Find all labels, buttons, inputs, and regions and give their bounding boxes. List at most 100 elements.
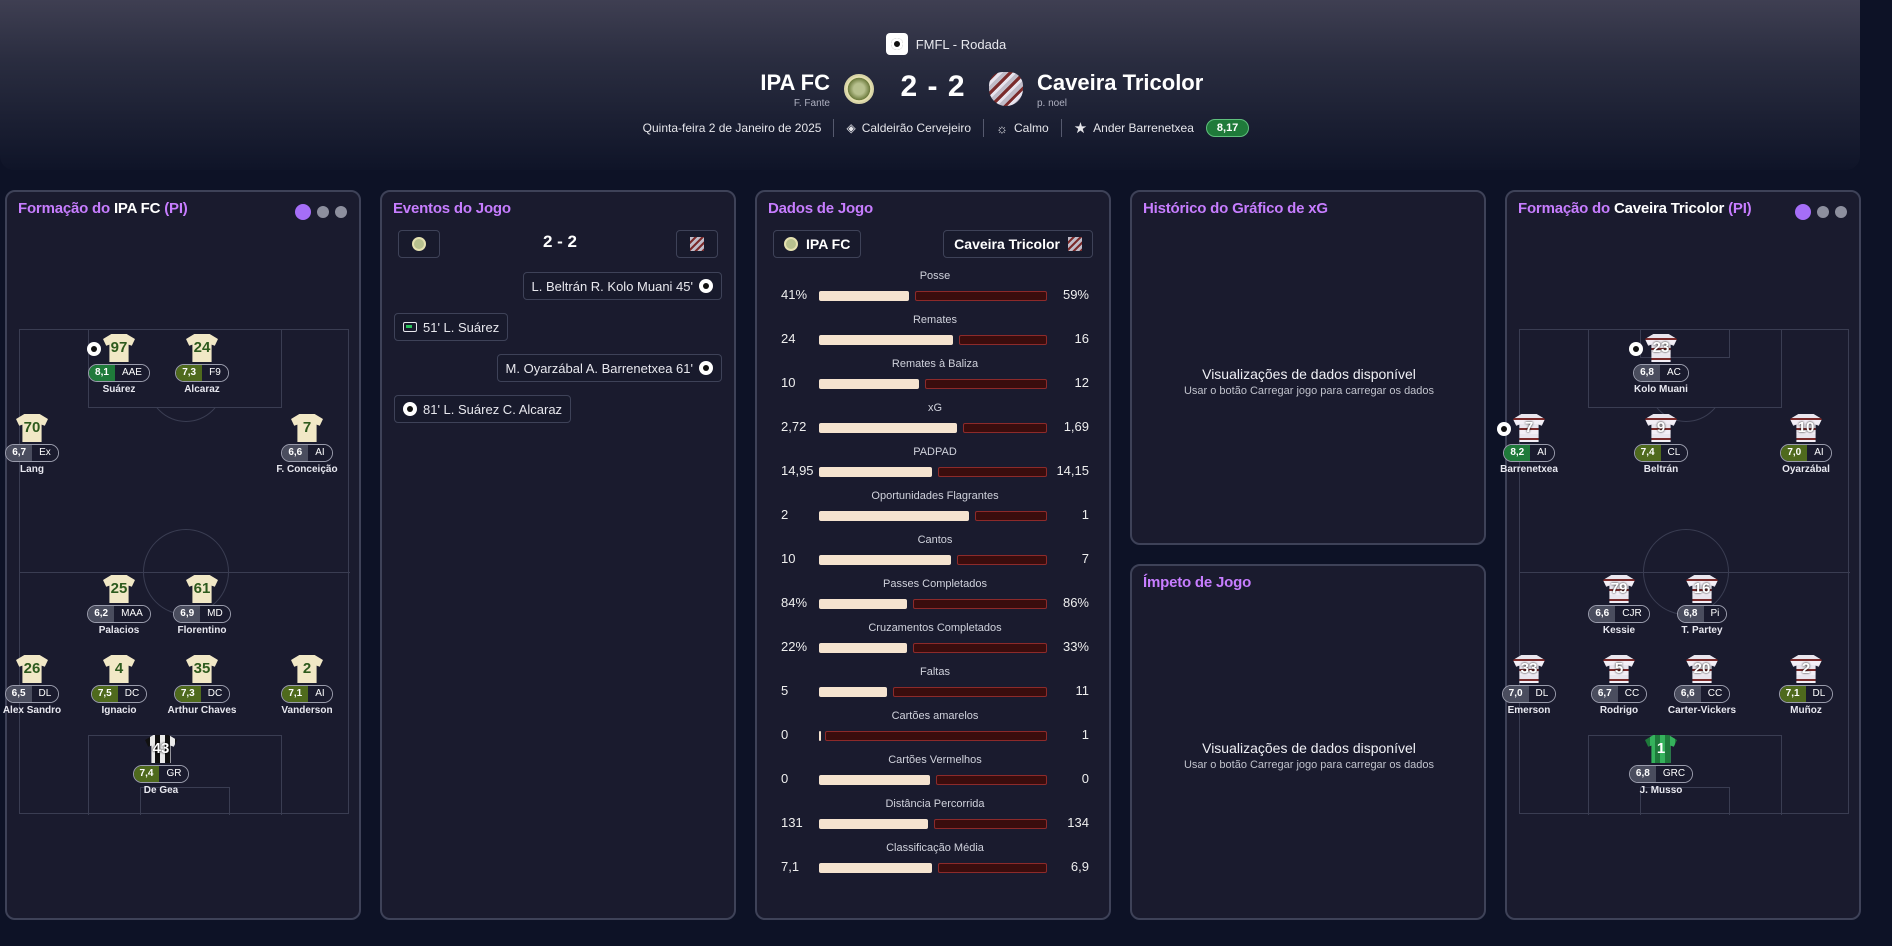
- player-rating: 6,5: [5, 686, 32, 702]
- shirt-icon: 33: [1513, 655, 1545, 683]
- player-card[interactable]: 5 6,7 CC Rodrigo: [1579, 655, 1659, 716]
- stat-label: Oportunidades Flagrantes: [871, 490, 999, 502]
- stat-bar: [819, 599, 1047, 609]
- player-card[interactable]: 43 7,4 GR De Gea: [121, 735, 201, 796]
- player-card[interactable]: 70 6,7 Ex Lang: [0, 414, 72, 475]
- shirt-icon: 20: [1686, 655, 1718, 683]
- events-away-crest: [676, 230, 718, 258]
- rating-badge: 8,2 AI: [1503, 444, 1555, 462]
- player-name: Arthur Chaves: [167, 705, 237, 716]
- player-card[interactable]: 10 7,0 AI Oyarzábal: [1766, 414, 1846, 475]
- stat-home-value: 22%: [781, 639, 808, 654]
- stat-home-value: 2,72: [781, 419, 807, 434]
- rating-badge: 7,0 DL: [1501, 685, 1557, 703]
- player-name: Florentino: [177, 625, 227, 636]
- home-team[interactable]: IPA FC F. Fante: [760, 70, 830, 109]
- home-bar: [819, 819, 928, 829]
- player-name: Kessie: [1602, 625, 1636, 636]
- rating-badge: 6,9 MD: [173, 605, 231, 623]
- stat-away-value: 59%: [1062, 287, 1089, 302]
- away-team[interactable]: Caveira Tricolor p. noel: [1037, 70, 1203, 109]
- weather: Calmo: [1014, 121, 1049, 135]
- player-card[interactable]: 79 6,6 CJR Kessie: [1579, 575, 1659, 636]
- stat-home-value: 84%: [781, 595, 808, 610]
- stats-title: Dados de Jogo: [768, 200, 873, 217]
- event-item[interactable]: 81' L. Suárez C. Alcaraz: [394, 395, 572, 423]
- stat-home-value: 131: [781, 815, 803, 830]
- player-card[interactable]: 2 7,1 DL Muñoz: [1766, 655, 1846, 716]
- away-bar: [934, 819, 1047, 829]
- player-name: Carter-Vickers: [1667, 705, 1737, 716]
- event-text: L. Beltrán R. Kolo Muani 45': [531, 278, 693, 294]
- player-rating: 6,6: [1674, 686, 1701, 702]
- view-dot[interactable]: [1817, 206, 1829, 218]
- player-card[interactable]: 24 7,3 F9 Alcaraz: [162, 334, 242, 395]
- goal-icon: [87, 342, 101, 356]
- away-bar: [913, 643, 1047, 653]
- stats-away-team: Caveira Tricolor: [943, 230, 1093, 258]
- stat-row: Passes Completados 84% 86%: [757, 578, 1113, 612]
- view-switcher[interactable]: [295, 204, 347, 220]
- shirt-icon: 79: [1603, 575, 1635, 603]
- player-card[interactable]: 16 6,8 Pi T. Partey: [1662, 575, 1742, 636]
- event-item[interactable]: L. Beltrán R. Kolo Muani 45': [522, 272, 722, 300]
- rating-badge: 7,1 AI: [281, 685, 333, 703]
- stat-label: Cantos: [917, 534, 953, 546]
- player-card[interactable]: 35 7,3 DC Arthur Chaves: [162, 655, 242, 716]
- stat-away-value: 0: [1081, 771, 1089, 786]
- player-card[interactable]: 26 6,5 DL Alex Sandro: [0, 655, 72, 716]
- star-icon: ★: [1073, 120, 1088, 137]
- stat-row: Cartões amarelos 0 1: [757, 710, 1113, 744]
- shirt-icon: 10: [1790, 414, 1822, 442]
- player-rating: 7,0: [1781, 445, 1808, 461]
- rating-badge: 7,4 GR: [132, 765, 190, 783]
- rating-badge: 6,6 CJR: [1588, 605, 1650, 623]
- view-dot[interactable]: [317, 206, 329, 218]
- player-card[interactable]: 1 6,8 GRC J. Musso: [1621, 735, 1701, 796]
- player-name: Alcaraz: [184, 384, 220, 395]
- away-bar: [957, 555, 1047, 565]
- stat-row: Posse 41% 59%: [757, 270, 1113, 304]
- player-card[interactable]: 23 6,8 AC Kolo Muani: [1621, 334, 1701, 395]
- view-dot[interactable]: [1835, 206, 1847, 218]
- player-card[interactable]: 33 7,0 DL Emerson: [1489, 655, 1569, 716]
- view-switcher[interactable]: [1795, 204, 1847, 220]
- momentum-title: Ímpeto de Jogo: [1143, 574, 1252, 591]
- stat-away-value: 6,9: [1070, 859, 1089, 874]
- player-rating: 6,6: [282, 445, 309, 461]
- away-team-name: Caveira Tricolor: [1037, 70, 1204, 95]
- home-lineup-title: Formação do IPA FC (PI): [18, 200, 188, 217]
- stat-away-value: 134: [1067, 815, 1089, 830]
- player-card[interactable]: 25 6,2 MAA Palacios: [79, 575, 159, 636]
- player-card[interactable]: 4 7,5 DC Ignacio: [79, 655, 159, 716]
- player-card[interactable]: 7 6,6 AI F. Conceição: [267, 414, 347, 475]
- stat-bar: [819, 511, 1047, 521]
- player-card[interactable]: 7 8,2 AI Barrenetxea: [1489, 414, 1569, 475]
- player-card[interactable]: 2 7,1 AI Vanderson: [267, 655, 347, 716]
- sun-icon: ☼: [996, 120, 1009, 136]
- player-card[interactable]: 9 7,4 CL Beltrán: [1621, 414, 1701, 475]
- stat-home-value: 0: [781, 771, 789, 786]
- away-crest-icon: [989, 72, 1023, 106]
- view-dot-active[interactable]: [1795, 204, 1811, 220]
- shirt-icon: 2: [1790, 655, 1822, 683]
- player-card[interactable]: 97 8,1 AAE Suárez: [79, 334, 159, 395]
- stat-bar: [819, 379, 1047, 389]
- rating-badge: 6,2 MAA: [87, 605, 151, 623]
- player-card[interactable]: 20 6,6 CC Carter-Vickers: [1662, 655, 1742, 716]
- view-dot[interactable]: [335, 206, 347, 218]
- view-dot-active[interactable]: [295, 204, 311, 220]
- shirt-icon: 24: [186, 334, 218, 362]
- player-rating: 8,1: [89, 365, 115, 381]
- rating-badge: 7,1 DL: [1778, 685, 1834, 703]
- event-item[interactable]: 51' L. Suárez: [394, 313, 509, 341]
- empty-hint: Usar o botão Carregar jogo para carregar…: [1183, 759, 1435, 771]
- competition-name: FMFL - Rodada: [915, 36, 1007, 52]
- shirt-icon: 25: [103, 575, 135, 603]
- events-panel: Eventos do Jogo 2 - 2 L. Beltrán R. Kolo…: [380, 190, 736, 920]
- event-item[interactable]: M. Oyarzábal A. Barrenetxea 61': [496, 354, 722, 382]
- player-name: Oyarzábal: [1782, 464, 1830, 475]
- event-text: M. Oyarzábal A. Barrenetxea 61': [505, 360, 693, 376]
- home-bar: [819, 775, 930, 785]
- player-card[interactable]: 61 6,9 MD Florentino: [162, 575, 242, 636]
